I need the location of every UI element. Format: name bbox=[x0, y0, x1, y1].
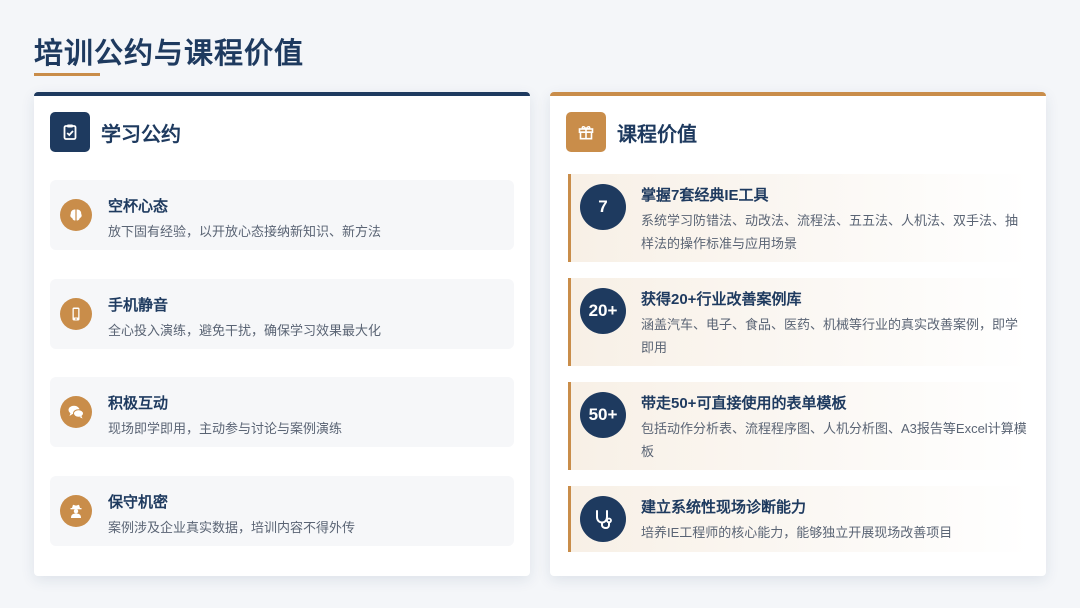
rule-desc: 放下固有经验，以开放心态接纳新知识、新方法 bbox=[108, 224, 382, 239]
value-desc: 培养IE工程师的核心能力，能够独立开展现场改善项目 bbox=[641, 525, 953, 540]
user-secret-icon bbox=[60, 495, 92, 527]
rule-title: 积极互动 bbox=[108, 395, 169, 412]
course-value-title: 课程价值 bbox=[617, 123, 697, 146]
value-badge: 7 bbox=[580, 184, 626, 230]
gift-icon bbox=[566, 112, 606, 152]
learning-rules-header: 学习公约 bbox=[50, 112, 181, 152]
clipboard-check-icon bbox=[50, 112, 90, 152]
rule-title: 空杯心态 bbox=[108, 198, 169, 215]
value-badge: 20+ bbox=[580, 288, 626, 334]
stethoscope-icon bbox=[580, 496, 626, 542]
brain-icon bbox=[60, 199, 92, 231]
rule-item: 保守机密 案例涉及企业真实数据，培训内容不得外传 bbox=[50, 476, 514, 546]
value-item: 50+ 带走50+可直接使用的表单模板 包括动作分析表、流程程序图、人机分析图、… bbox=[568, 382, 1030, 470]
rule-desc: 案例涉及企业真实数据，培训内容不得外传 bbox=[108, 520, 356, 535]
value-desc: 包括动作分析表、流程程序图、人机分析图、A3报告等Excel计算模板 bbox=[641, 421, 1027, 459]
value-title: 建立系统性现场诊断能力 bbox=[641, 499, 807, 516]
learning-rules-card: 学习公约 空杯心态 放下固有经验，以开放心态接纳新知识、新方法 手机静音 全心投… bbox=[34, 92, 530, 576]
course-value-card: 课程价值 7 掌握7套经典IE工具 系统学习防错法、动改法、流程法、五五法、人机… bbox=[550, 92, 1046, 576]
course-value-header: 课程价值 bbox=[566, 112, 697, 152]
rule-item: 手机静音 全心投入演练，避免干扰，确保学习效果最大化 bbox=[50, 279, 514, 349]
value-title: 掌握7套经典IE工具 bbox=[641, 187, 769, 204]
value-badge: 50+ bbox=[580, 392, 626, 438]
mobile-phone-icon bbox=[60, 298, 92, 330]
rule-item: 积极互动 现场即学即用，主动参与讨论与案例演练 bbox=[50, 377, 514, 447]
rule-desc: 全心投入演练，避免干扰，确保学习效果最大化 bbox=[108, 323, 382, 338]
value-item: 建立系统性现场诊断能力 培养IE工程师的核心能力，能够独立开展现场改善项目 bbox=[568, 486, 1030, 552]
value-item: 20+ 获得20+行业改善案例库 涵盖汽车、电子、食品、医药、机械等行业的真实改… bbox=[568, 278, 1030, 366]
value-item: 7 掌握7套经典IE工具 系统学习防错法、动改法、流程法、五五法、人机法、双手法… bbox=[568, 174, 1030, 262]
value-desc: 系统学习防错法、动改法、流程法、五五法、人机法、双手法、抽样法的操作标准与应用场… bbox=[641, 213, 1019, 251]
rule-title: 手机静音 bbox=[108, 297, 169, 314]
value-title: 带走50+可直接使用的表单模板 bbox=[641, 395, 847, 412]
learning-rules-title: 学习公约 bbox=[101, 123, 181, 146]
page-title: 培训公约与课程价值 bbox=[34, 38, 305, 70]
value-desc: 涵盖汽车、电子、食品、医药、机械等行业的真实改善案例，即学即用 bbox=[641, 317, 1019, 355]
chat-bubbles-icon bbox=[60, 396, 92, 428]
rule-desc: 现场即学即用，主动参与讨论与案例演练 bbox=[108, 421, 343, 436]
title-underline bbox=[34, 73, 100, 76]
value-title: 获得20+行业改善案例库 bbox=[641, 291, 802, 308]
rule-item: 空杯心态 放下固有经验，以开放心态接纳新知识、新方法 bbox=[50, 180, 514, 250]
rule-title: 保守机密 bbox=[108, 494, 169, 511]
